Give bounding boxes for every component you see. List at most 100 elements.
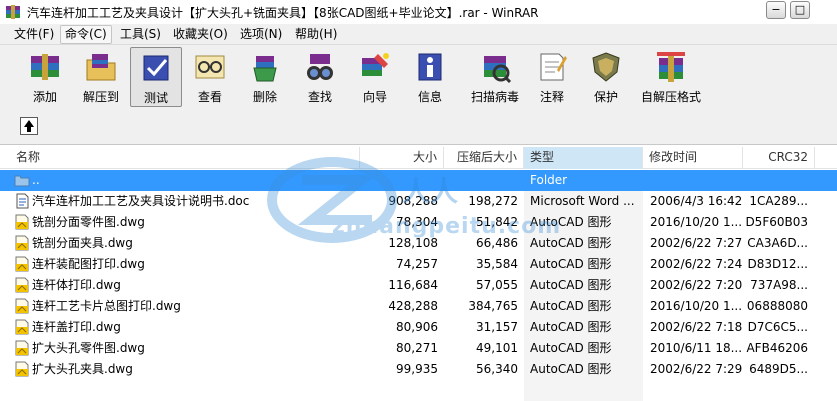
file-type: Folder <box>530 173 568 187</box>
column-packed[interactable]: 压缩后大小 <box>444 147 524 169</box>
file-packed-size: 56,340 <box>476 362 518 376</box>
file-modified: 2016/10/20 1... <box>650 299 742 313</box>
file-type: AutoCAD 图形 <box>530 320 612 334</box>
file-crc32: 06888080 <box>746 299 808 313</box>
file-name: 扩大头孔夹具.dwg <box>32 362 133 376</box>
extract-to-label: 解压到 <box>82 90 119 104</box>
minimize-button[interactable]: − <box>766 1 786 19</box>
menu-favorites[interactable]: 收藏夹(O) <box>169 25 232 44</box>
file-modified: 2002/6/22 7:29 <box>650 362 742 376</box>
file-row[interactable]: 连杆盖打印.dwg 80,906 31,157 AutoCAD 图形 2002/6/22… <box>0 317 837 338</box>
find-button[interactable]: 查找 <box>294 47 346 107</box>
address-bar <box>0 109 837 145</box>
file-row[interactable]: 连杆体打印.dwg 116,684 57,055 AutoCAD 图形 2002/6/2… <box>0 275 837 296</box>
file-row[interactable]: 汽车连杆加工工艺及夹具设计说明书.doc 908,288 198,272 Micros… <box>0 191 837 212</box>
column-crc32[interactable]: CRC32 <box>743 147 815 169</box>
file-row[interactable]: 扩大头孔夹具.dwg 99,935 56,340 AutoCAD 图形 2002/6/2… <box>0 359 837 380</box>
file-size: 80,906 <box>396 320 438 334</box>
parent-folder-row[interactable]: .. Folder <box>0 170 837 191</box>
file-packed-size <box>440 172 518 190</box>
sfx-label: 自解压格式 <box>640 90 701 104</box>
file-row[interactable]: 连杆装配图打印.dwg 74,257 35,584 AutoCAD 图形 2002/6/… <box>0 254 837 275</box>
file-size: 78,304 <box>396 215 438 229</box>
winrar-app-icon[interactable] <box>5 4 21 20</box>
menu-commands[interactable]: 命令(C) <box>60 25 112 44</box>
file-crc32: D7C6C5... <box>747 320 808 334</box>
file-packed-size: 31,157 <box>476 320 518 334</box>
dwg-file-icon <box>15 340 29 356</box>
file-type: AutoCAD 图形 <box>530 257 612 271</box>
comment-button[interactable]: 注释 <box>528 47 576 107</box>
menu-options[interactable]: 选项(N) <box>236 25 286 44</box>
extract-to-button[interactable]: 解压到 <box>74 47 128 107</box>
file-row[interactable]: 铣剖分面零件图.dwg 78,304 51,842 AutoCAD 图形 2016/10… <box>0 212 837 233</box>
add-button[interactable]: 添加 <box>18 47 72 107</box>
menu-help[interactable]: 帮助(H) <box>291 25 341 44</box>
file-crc32: 737A98... <box>750 278 808 292</box>
restore-button[interactable]: □ <box>790 1 810 19</box>
file-row[interactable]: 连杆工艺卡片总图打印.dwg 428,288 384,765 AutoCAD 图形 20… <box>0 296 837 317</box>
file-type: AutoCAD 图形 <box>530 278 612 292</box>
delete-button[interactable]: 删除 <box>238 47 292 107</box>
file-type: AutoCAD 图形 <box>530 215 612 229</box>
file-modified: 2006/4/3 16:42 <box>650 194 742 208</box>
file-packed-size: 57,055 <box>476 278 518 292</box>
file-list-header: 名称 大小 压缩后大小 类型 修改时间 CRC32 <box>0 147 837 169</box>
file-row[interactable]: 扩大头孔零件图.dwg 80,271 49,101 AutoCAD 图形 2010/6/… <box>0 338 837 359</box>
virus-scan-icon <box>484 56 512 84</box>
view-button[interactable]: 查看 <box>184 47 236 107</box>
file-crc32: 6489D5... <box>749 362 808 376</box>
test-button[interactable]: 测试 <box>130 47 182 107</box>
file-name: 扩大头孔零件图.dwg <box>32 341 145 355</box>
virus-scan-button[interactable]: 扫描病毒 <box>464 47 526 107</box>
file-name: 铣剖分面夹具.dwg <box>32 236 133 250</box>
column-size[interactable]: 大小 <box>360 147 444 169</box>
file-crc32: D83D12... <box>747 257 808 271</box>
protect-shield-icon <box>592 52 620 82</box>
menu-tools[interactable]: 工具(S) <box>116 25 165 44</box>
sfx-button[interactable]: 自解压格式 <box>636 47 706 107</box>
file-size <box>360 172 438 190</box>
file-modified <box>650 172 742 190</box>
file-size: 80,271 <box>396 341 438 355</box>
file-type: AutoCAD 图形 <box>530 236 612 250</box>
protect-button[interactable]: 保护 <box>582 47 630 107</box>
file-crc32: AFB46206 <box>746 341 808 355</box>
file-size: 74,257 <box>396 257 438 271</box>
file-crc32: CA3A6D... <box>747 236 808 250</box>
file-row[interactable]: 铣剖分面夹具.dwg 128,108 66,486 AutoCAD 图形 2002/6/… <box>0 233 837 254</box>
toolbar: 添加 解压到 测试 查看 删除 查找 向导 信息 扫描病毒 注释 保护 自解压格… <box>0 45 837 109</box>
up-one-level-button[interactable] <box>20 117 38 135</box>
info-button[interactable]: 信息 <box>404 47 456 107</box>
dwg-file-icon <box>15 277 29 293</box>
file-type: AutoCAD 图形 <box>530 341 612 355</box>
title-bar: 汽车连杆加工工艺及夹具设计【扩大头孔+铣面夹具】【8张CAD图纸+毕业论文】.r… <box>0 0 837 24</box>
info-icon <box>418 53 442 81</box>
up-arrow-icon <box>24 120 34 127</box>
column-modified[interactable]: 修改时间 <box>643 147 743 169</box>
column-name[interactable]: 名称 <box>10 147 360 169</box>
test-check-icon <box>143 55 169 81</box>
file-name: .. <box>32 173 40 187</box>
column-type[interactable]: 类型 <box>524 147 643 169</box>
find-binoculars-icon <box>307 54 333 80</box>
dwg-file-icon <box>15 361 29 377</box>
file-packed-size: 49,101 <box>476 341 518 355</box>
dwg-file-icon <box>15 214 29 230</box>
protect-label: 保护 <box>593 90 618 104</box>
file-modified: 2002/6/22 7:18 <box>650 320 742 334</box>
add-books-icon <box>31 54 59 80</box>
test-label: 测试 <box>143 91 168 105</box>
file-packed-size: 384,765 <box>468 299 518 313</box>
virus-scan-label: 扫描病毒 <box>470 90 519 104</box>
delete-label: 删除 <box>252 90 277 104</box>
wizard-button[interactable]: 向导 <box>348 47 402 107</box>
file-name: 连杆体打印.dwg <box>32 278 121 292</box>
file-list: .. Folder 汽车连杆加工工艺及夹具设计说明书.doc 908,288 198,2… <box>0 170 837 401</box>
extract-folder-icon <box>86 54 116 81</box>
file-type: AutoCAD 图形 <box>530 362 612 376</box>
file-name: 连杆盖打印.dwg <box>32 320 121 334</box>
menu-file[interactable]: 文件(F) <box>10 25 58 44</box>
dwg-file-icon <box>15 235 29 251</box>
dwg-file-icon <box>15 319 29 335</box>
